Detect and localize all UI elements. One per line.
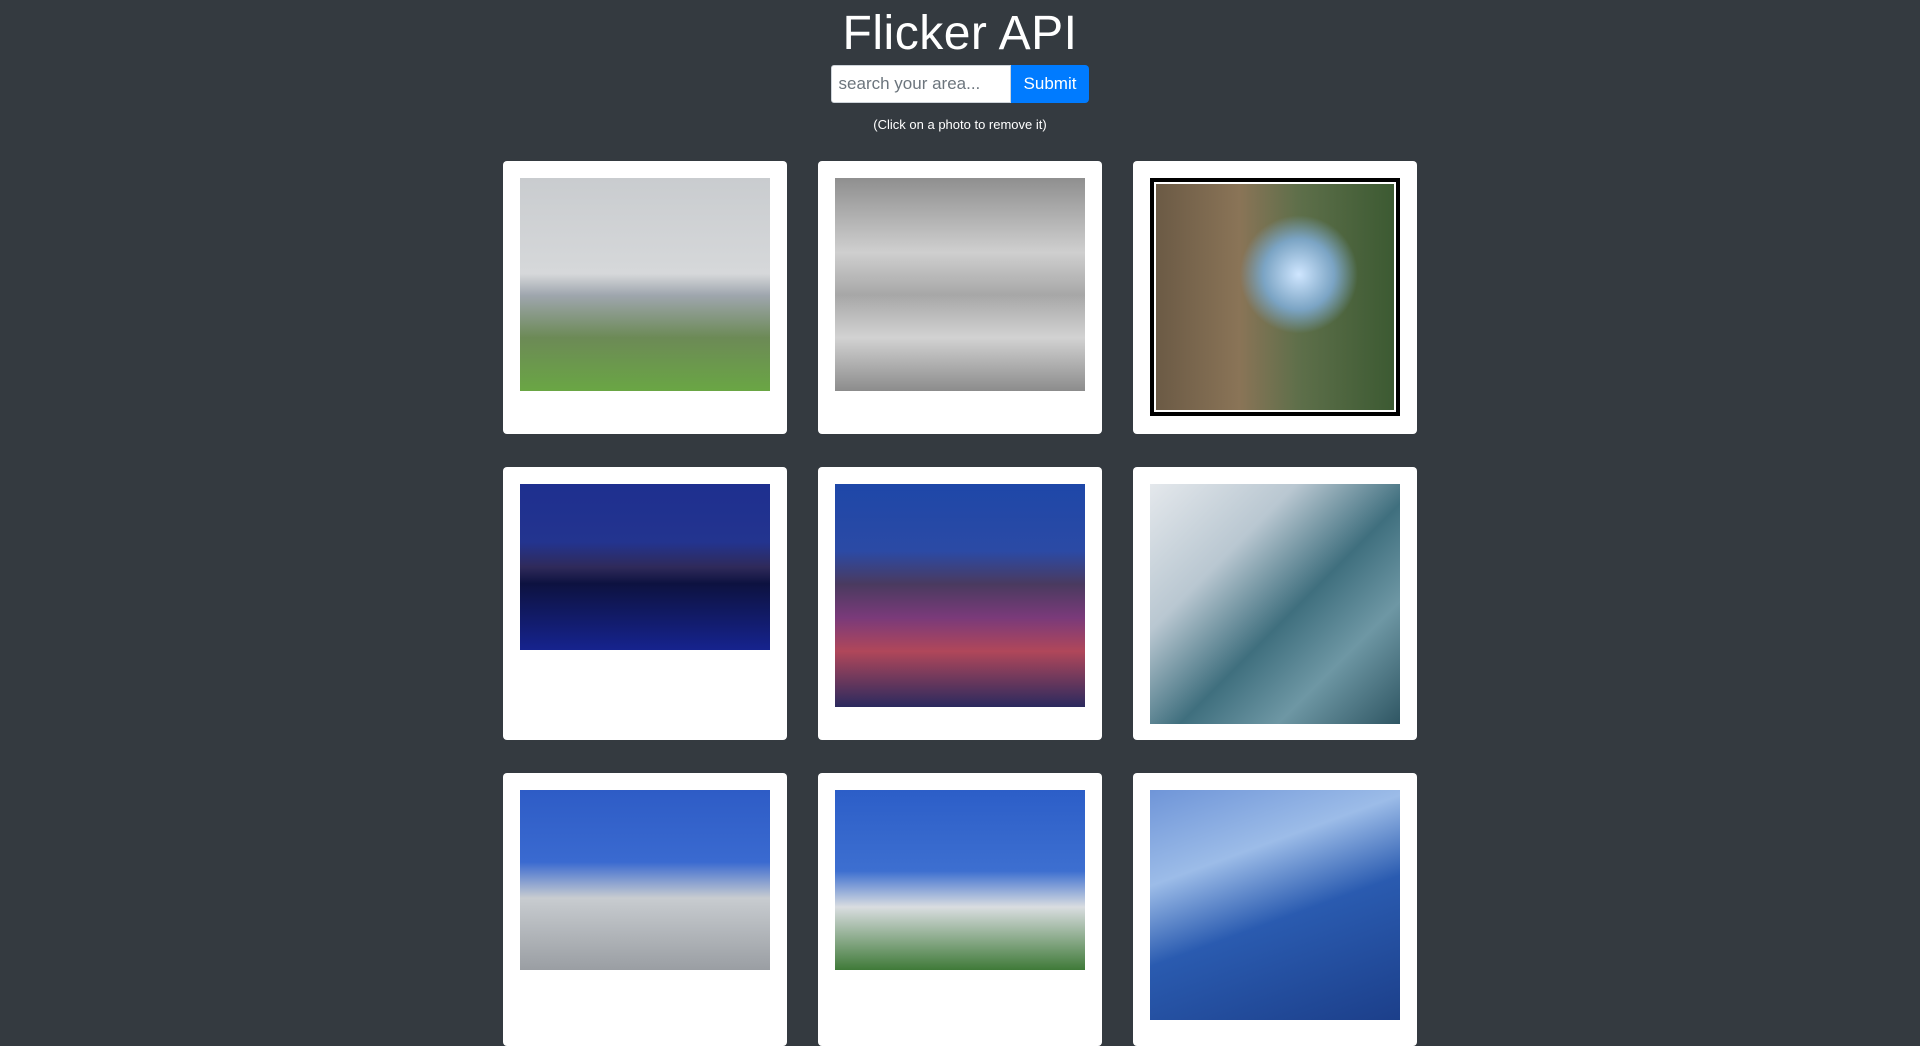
photo-image[interactable] [520,178,770,391]
photo-image[interactable] [520,790,770,970]
photo-image[interactable] [520,484,770,650]
photo-card[interactable] [1133,773,1417,1046]
submit-button[interactable]: Submit [1010,64,1090,103]
photo-image[interactable] [1150,178,1400,416]
remove-hint: (Click on a photo to remove it) [873,116,1047,132]
photo-image[interactable] [835,790,1085,970]
photo-card[interactable] [1133,467,1417,740]
photo-card[interactable] [503,161,787,434]
photo-card[interactable] [1133,161,1417,434]
page-title: Flicker API [842,7,1078,60]
photo-card[interactable] [503,773,787,1046]
header: Flicker API Submit (Click on a photo to … [0,0,1920,132]
photo-grid [503,161,1417,1046]
photo-image[interactable] [835,484,1085,707]
search-input[interactable] [830,64,1011,103]
photo-image[interactable] [1150,790,1400,1020]
photo-image[interactable] [835,178,1085,391]
photo-card[interactable] [818,467,1102,740]
photo-card[interactable] [503,467,787,740]
photo-card[interactable] [818,773,1102,1046]
photo-card[interactable] [818,161,1102,434]
search-form: Submit [0,64,1920,103]
photo-image[interactable] [1150,484,1400,724]
